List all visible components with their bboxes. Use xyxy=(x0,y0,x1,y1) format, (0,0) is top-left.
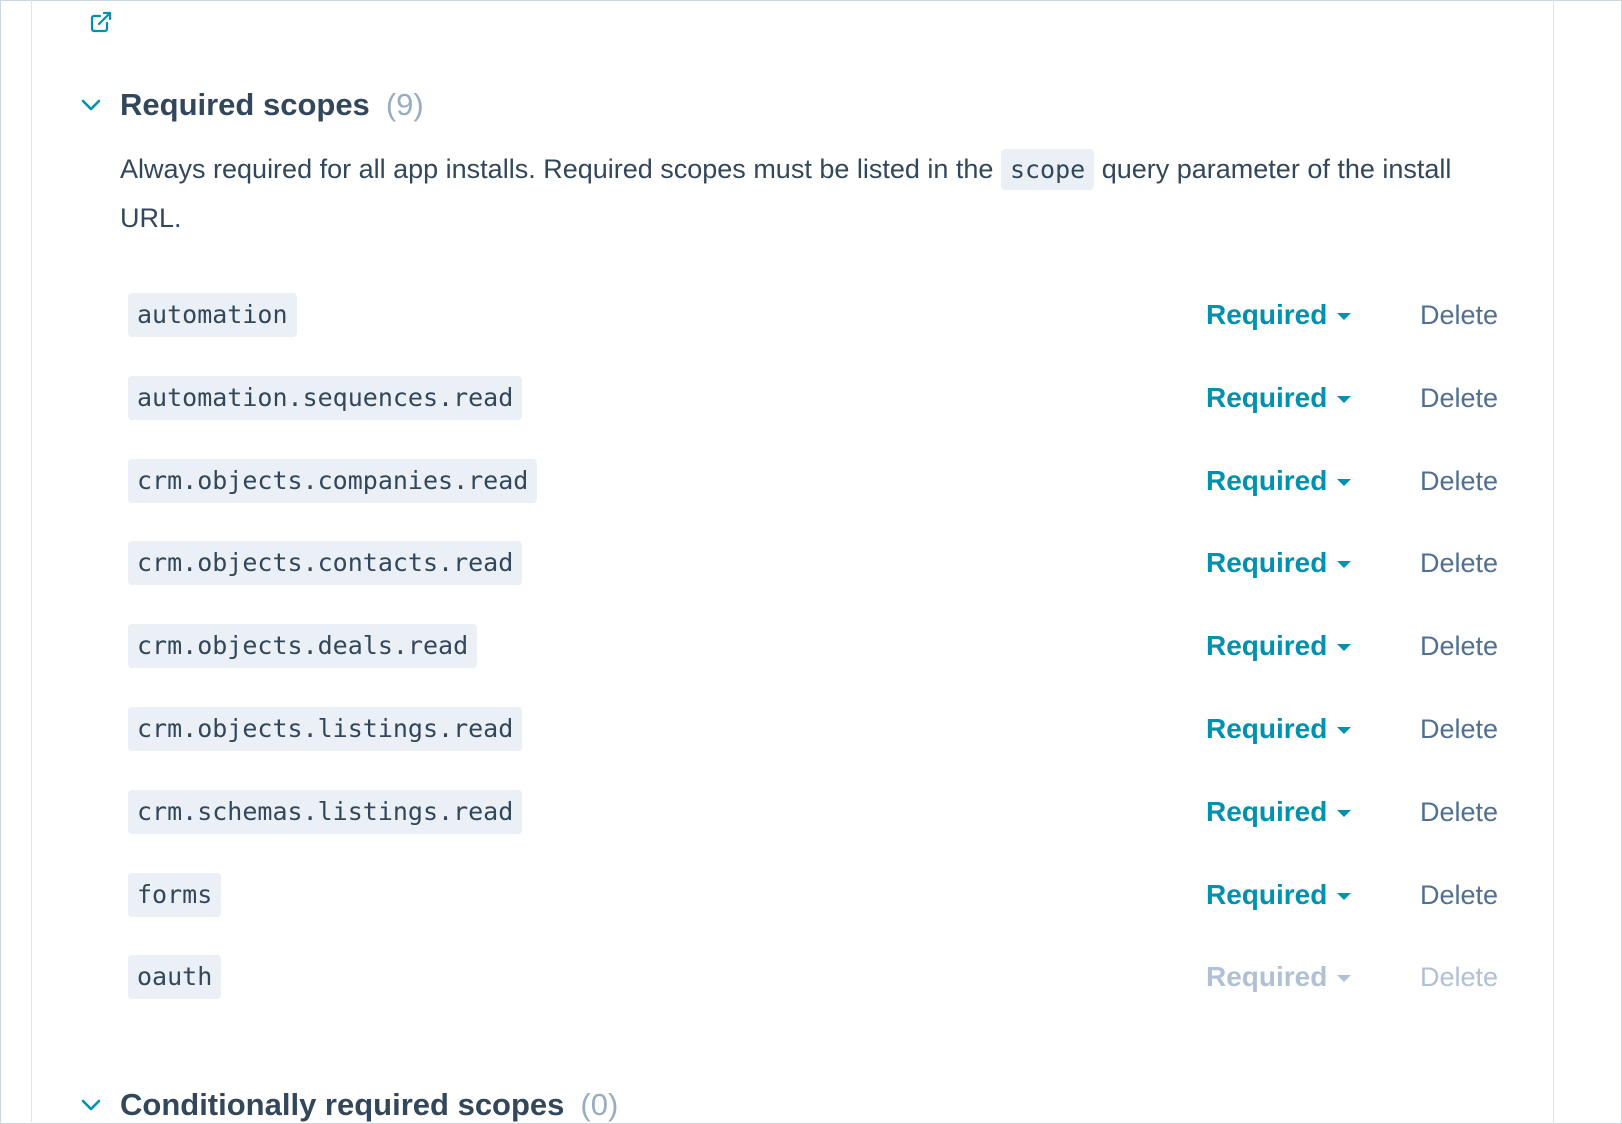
caret-down-icon xyxy=(1337,809,1352,817)
caret-down-icon xyxy=(1337,974,1352,982)
caret-down-icon xyxy=(1337,478,1352,486)
caret-down-icon xyxy=(1337,312,1352,320)
requirement-dropdown[interactable]: Required xyxy=(1206,624,1352,668)
scope-row: oauth Required Delete xyxy=(128,955,1498,999)
scope-row: automation Required Delete xyxy=(128,293,1498,337)
section-description: Always required for all app installs. Re… xyxy=(120,145,1500,242)
requirement-label: Required xyxy=(1206,465,1328,496)
requirement-label: Required xyxy=(1206,796,1328,827)
section-count: (9) xyxy=(385,87,424,122)
requirement-dropdown[interactable]: Required xyxy=(1206,459,1352,503)
scope-name: crm.objects.companies.read xyxy=(128,459,538,503)
delete-button[interactable]: Delete xyxy=(1420,376,1498,420)
scope-name: forms xyxy=(128,873,222,917)
requirement-dropdown[interactable]: Required xyxy=(1206,790,1352,834)
scope-name: crm.objects.contacts.read xyxy=(128,541,523,585)
chevron-down-icon[interactable] xyxy=(78,1092,104,1118)
caret-down-icon xyxy=(1337,892,1352,900)
scope-name: automation xyxy=(128,293,297,337)
scope-row: crm.schemas.listings.read Required Delete xyxy=(128,790,1498,834)
scope-name: crm.objects.listings.read xyxy=(128,707,523,751)
scope-name: crm.objects.deals.read xyxy=(128,624,478,668)
scope-row: automation.sequences.read Required Delete xyxy=(128,376,1498,420)
requirement-dropdown[interactable]: Required xyxy=(1206,873,1352,917)
delete-button[interactable]: Delete xyxy=(1420,293,1498,337)
scope-name: automation.sequences.read xyxy=(128,376,523,420)
section-count: (0) xyxy=(580,1087,619,1122)
external-link-icon[interactable] xyxy=(89,10,113,34)
delete-button[interactable]: Delete xyxy=(1420,790,1498,834)
scope-row: forms Required Delete xyxy=(128,873,1498,917)
requirement-label: Required xyxy=(1206,630,1328,661)
inline-code-scope: scope xyxy=(1000,149,1095,190)
description-text: Always required for all app installs. Re… xyxy=(120,154,1001,184)
section-title: Required scopes xyxy=(120,87,370,122)
caret-down-icon xyxy=(1337,643,1352,651)
requirement-dropdown[interactable]: Required xyxy=(1206,376,1352,420)
requirement-label: Required xyxy=(1206,382,1328,413)
delete-button[interactable]: Delete xyxy=(1420,873,1498,917)
caret-down-icon xyxy=(1337,395,1352,403)
requirement-label: Required xyxy=(1206,961,1328,992)
chevron-down-icon[interactable] xyxy=(78,92,104,118)
requirement-dropdown[interactable]: Required xyxy=(1206,293,1352,337)
delete-button[interactable]: Delete xyxy=(1420,541,1498,585)
requirement-dropdown[interactable]: Required xyxy=(1206,541,1352,585)
scope-row: crm.objects.contacts.read Required Delete xyxy=(128,541,1498,585)
delete-button[interactable]: Delete xyxy=(1420,459,1498,503)
scope-row: crm.objects.deals.read Required Delete xyxy=(128,624,1498,668)
requirement-label: Required xyxy=(1206,879,1328,910)
scope-row: crm.objects.companies.read Required Delete xyxy=(128,459,1498,503)
scope-name: oauth xyxy=(128,955,222,999)
requirement-label: Required xyxy=(1206,299,1328,330)
requirement-dropdown[interactable]: Required xyxy=(1206,707,1352,751)
delete-button: Delete xyxy=(1419,962,1498,992)
required-scopes-header[interactable]: Required scopes (9) xyxy=(78,87,424,123)
conditional-scopes-header[interactable]: Conditionally required scopes (0) xyxy=(78,1087,618,1123)
scope-row: crm.objects.listings.read Required Delete xyxy=(128,707,1498,751)
section-title: Conditionally required scopes xyxy=(120,1087,565,1122)
requirement-label: Required xyxy=(1206,713,1328,744)
delete-button[interactable]: Delete xyxy=(1420,624,1498,668)
caret-down-icon xyxy=(1337,726,1352,734)
scope-name: crm.schemas.listings.read xyxy=(128,790,523,834)
requirement-label: Required xyxy=(1206,547,1328,578)
requirement-dropdown: Required xyxy=(1206,955,1352,999)
caret-down-icon xyxy=(1337,560,1352,568)
delete-button[interactable]: Delete xyxy=(1420,707,1498,751)
